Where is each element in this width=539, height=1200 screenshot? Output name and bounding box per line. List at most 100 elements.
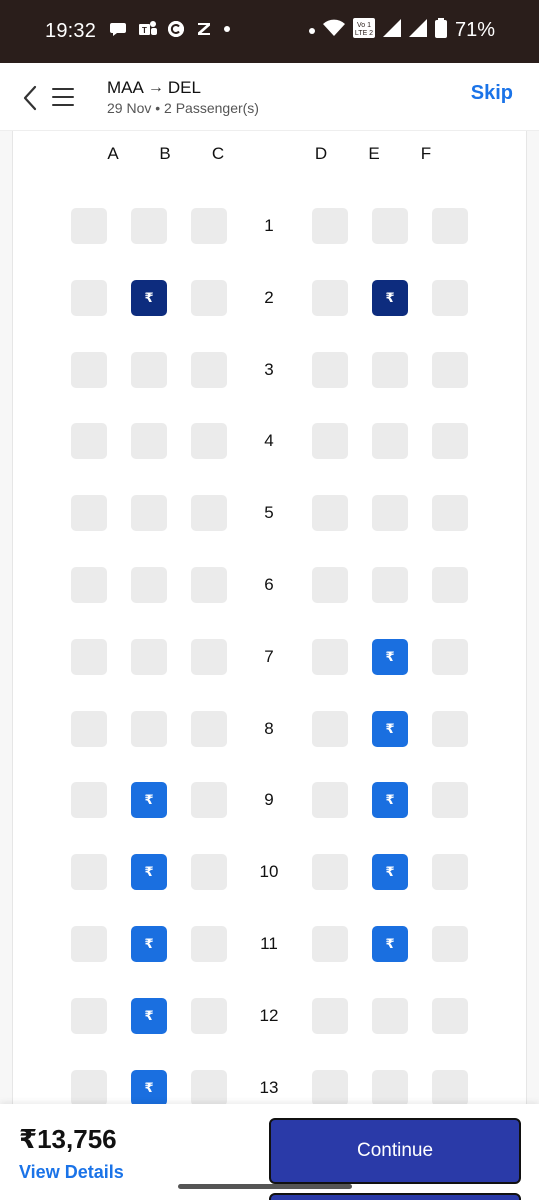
seat-7e[interactable]: ₹	[372, 639, 408, 675]
seat-9e[interactable]: ₹	[372, 782, 408, 818]
seat-10f[interactable]	[432, 854, 468, 890]
seat-12a[interactable]	[71, 998, 107, 1034]
seat-4a[interactable]	[71, 423, 107, 459]
seat-9c[interactable]	[191, 782, 227, 818]
seat-7a[interactable]	[71, 639, 107, 675]
seat-4b[interactable]	[131, 423, 167, 459]
seat-13d[interactable]	[312, 1070, 348, 1106]
seat-5b[interactable]	[131, 495, 167, 531]
seat-6b[interactable]	[131, 567, 167, 603]
seat-3a[interactable]	[71, 352, 107, 388]
seat-1d[interactable]	[312, 208, 348, 244]
seat-11f[interactable]	[432, 926, 468, 962]
seat-13b[interactable]: ₹	[131, 1070, 167, 1106]
seat-4d[interactable]	[312, 423, 348, 459]
rupee-icon: ₹	[144, 864, 154, 879]
seat-9a[interactable]	[71, 782, 107, 818]
seat-1c[interactable]	[191, 208, 227, 244]
seat-1f[interactable]	[432, 208, 468, 244]
seat-3c[interactable]	[191, 352, 227, 388]
view-details-link[interactable]: View Details	[19, 1162, 124, 1183]
seat-6f[interactable]	[432, 567, 468, 603]
app-header: MAA → DEL 29 Nov • 2 Passenger(s) Skip	[0, 63, 539, 131]
seat-12d[interactable]	[312, 998, 348, 1034]
seat-8d[interactable]	[312, 711, 348, 747]
seat-7f[interactable]	[432, 639, 468, 675]
seat-4c[interactable]	[191, 423, 227, 459]
rupee-icon: ₹	[144, 290, 154, 305]
seat-13e[interactable]	[372, 1070, 408, 1106]
seat-9f[interactable]	[432, 782, 468, 818]
seat-4f[interactable]	[432, 423, 468, 459]
seat-6c[interactable]	[191, 567, 227, 603]
seat-5c[interactable]	[191, 495, 227, 531]
circle-c-icon	[168, 21, 184, 37]
seat-3f[interactable]	[432, 352, 468, 388]
seat-9d[interactable]	[312, 782, 348, 818]
seat-8b[interactable]	[131, 711, 167, 747]
seat-8e[interactable]: ₹	[372, 711, 408, 747]
seat-7d[interactable]	[312, 639, 348, 675]
seat-13c[interactable]	[191, 1070, 227, 1106]
status-bar: 19:32 T Vo 1 LTE 2 71%	[0, 0, 539, 63]
gesture-bar	[178, 1184, 352, 1189]
seat-10c[interactable]	[191, 854, 227, 890]
seat-1e[interactable]	[372, 208, 408, 244]
skip-button[interactable]: Skip	[471, 82, 513, 105]
seat-12f[interactable]	[432, 998, 468, 1034]
origin-code: MAA	[107, 78, 144, 97]
seat-12e[interactable]	[372, 998, 408, 1034]
secondary-button-edge	[269, 1193, 521, 1200]
seat-11d[interactable]	[312, 926, 348, 962]
seat-9b[interactable]: ₹	[131, 782, 167, 818]
hamburger-menu-icon[interactable]	[52, 87, 74, 107]
row-number: 8	[264, 719, 274, 738]
seat-10e[interactable]: ₹	[372, 854, 408, 890]
seat-8c[interactable]	[191, 711, 227, 747]
seat-2b[interactable]: ₹	[131, 280, 167, 316]
seat-11a[interactable]	[71, 926, 107, 962]
seat-6d[interactable]	[312, 567, 348, 603]
seat-5f[interactable]	[432, 495, 468, 531]
seat-10a[interactable]	[71, 854, 107, 890]
total-price: ₹13,756	[19, 1124, 117, 1154]
seat-10b[interactable]: ₹	[131, 854, 167, 890]
seat-8f[interactable]	[432, 711, 468, 747]
seat-5d[interactable]	[312, 495, 348, 531]
seat-6a[interactable]	[71, 567, 107, 603]
continue-button[interactable]: Continue	[269, 1118, 521, 1184]
seat-2c[interactable]	[191, 280, 227, 316]
row-number: 11	[260, 934, 278, 953]
seat-11c[interactable]	[191, 926, 227, 962]
seat-12c[interactable]	[191, 998, 227, 1034]
seat-2a[interactable]	[71, 280, 107, 316]
seat-13f[interactable]	[432, 1070, 468, 1106]
seat-11e[interactable]: ₹	[372, 926, 408, 962]
route-title: MAA → DEL	[107, 78, 201, 98]
seat-2f[interactable]	[432, 280, 468, 316]
seat-4e[interactable]	[372, 423, 408, 459]
seat-2e[interactable]: ₹	[372, 280, 408, 316]
seat-11b[interactable]: ₹	[131, 926, 167, 962]
seat-10d[interactable]	[312, 854, 348, 890]
back-arrow-icon[interactable]	[20, 85, 42, 111]
signal-1-icon	[382, 19, 401, 42]
seat-3b[interactable]	[131, 352, 167, 388]
seat-5a[interactable]	[71, 495, 107, 531]
seat-3e[interactable]	[372, 352, 408, 388]
z-icon	[194, 19, 214, 39]
seat-3d[interactable]	[312, 352, 348, 388]
seat-1b[interactable]	[131, 208, 167, 244]
seat-13a[interactable]	[71, 1070, 107, 1106]
seat-1a[interactable]	[71, 208, 107, 244]
seat-5e[interactable]	[372, 495, 408, 531]
seat-6e[interactable]	[372, 567, 408, 603]
chat-bubble-icon	[108, 19, 128, 39]
seat-12b[interactable]: ₹	[131, 998, 167, 1034]
rupee-icon: ₹	[385, 721, 395, 736]
seat-8a[interactable]	[71, 711, 107, 747]
seat-7c[interactable]	[191, 639, 227, 675]
seat-7b[interactable]	[131, 639, 167, 675]
seat-2d[interactable]	[312, 280, 348, 316]
rupee-icon: ₹	[385, 936, 395, 951]
